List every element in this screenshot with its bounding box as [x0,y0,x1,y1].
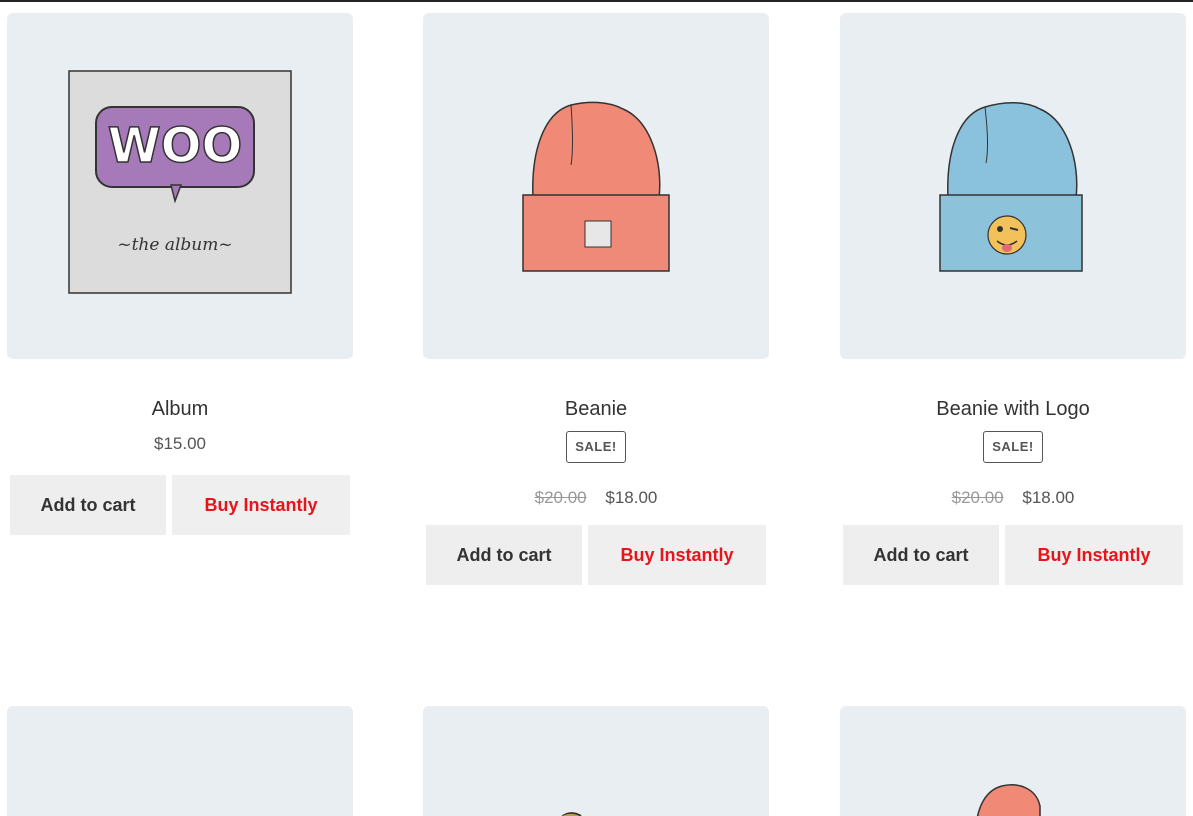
cap-icon [976,784,1041,816]
buy-instantly-button[interactable]: Buy Instantly [1005,525,1183,585]
product-image-row2-2[interactable] [423,706,769,816]
buy-instantly-button[interactable]: Buy Instantly [172,475,350,535]
add-to-cart-button[interactable]: Add to cart [426,525,582,585]
product-card-album: WOO ~the album~ Album $15.00 Add to cart… [7,13,353,535]
sale-badge: SALE! [983,431,1043,463]
product-title[interactable]: Album [7,397,353,421]
top-divider [0,0,1193,2]
product-image-beanie[interactable] [423,13,769,359]
sale-badge: SALE! [566,431,626,463]
product-image-row2-3[interactable] [840,706,1186,816]
product-card-beanie: Beanie SALE! $20.00 $18.00 Add to cart B… [423,13,769,585]
product-image-album[interactable]: WOO ~the album~ [7,13,353,359]
add-to-cart-button[interactable]: Add to cart [843,525,999,585]
product-title[interactable]: Beanie [423,397,769,421]
product-card-beanie-with-logo: Beanie with Logo SALE! $20.00 $18.00 Add… [840,13,1186,585]
album-cover-icon: WOO ~the album~ [68,70,292,294]
original-price: $20.00 [534,488,587,507]
sale-price: $18.00 [605,488,658,507]
product-price: $15.00 [154,434,206,453]
sale-price: $18.00 [1022,488,1075,507]
product-image-row2-1[interactable] [7,706,353,816]
beanie-icon [522,101,670,272]
add-to-cart-button[interactable]: Add to cart [10,475,166,535]
product-thumbnail-icon [561,812,582,816]
original-price: $20.00 [951,488,1004,507]
beanie-with-logo-icon [939,102,1083,272]
album-caption: ~the album~ [117,235,232,255]
product-title[interactable]: Beanie with Logo [840,397,1186,421]
album-logo-text: WOO [108,118,243,174]
product-image-beanie-with-logo[interactable] [840,13,1186,359]
buy-instantly-button[interactable]: Buy Instantly [588,525,766,585]
